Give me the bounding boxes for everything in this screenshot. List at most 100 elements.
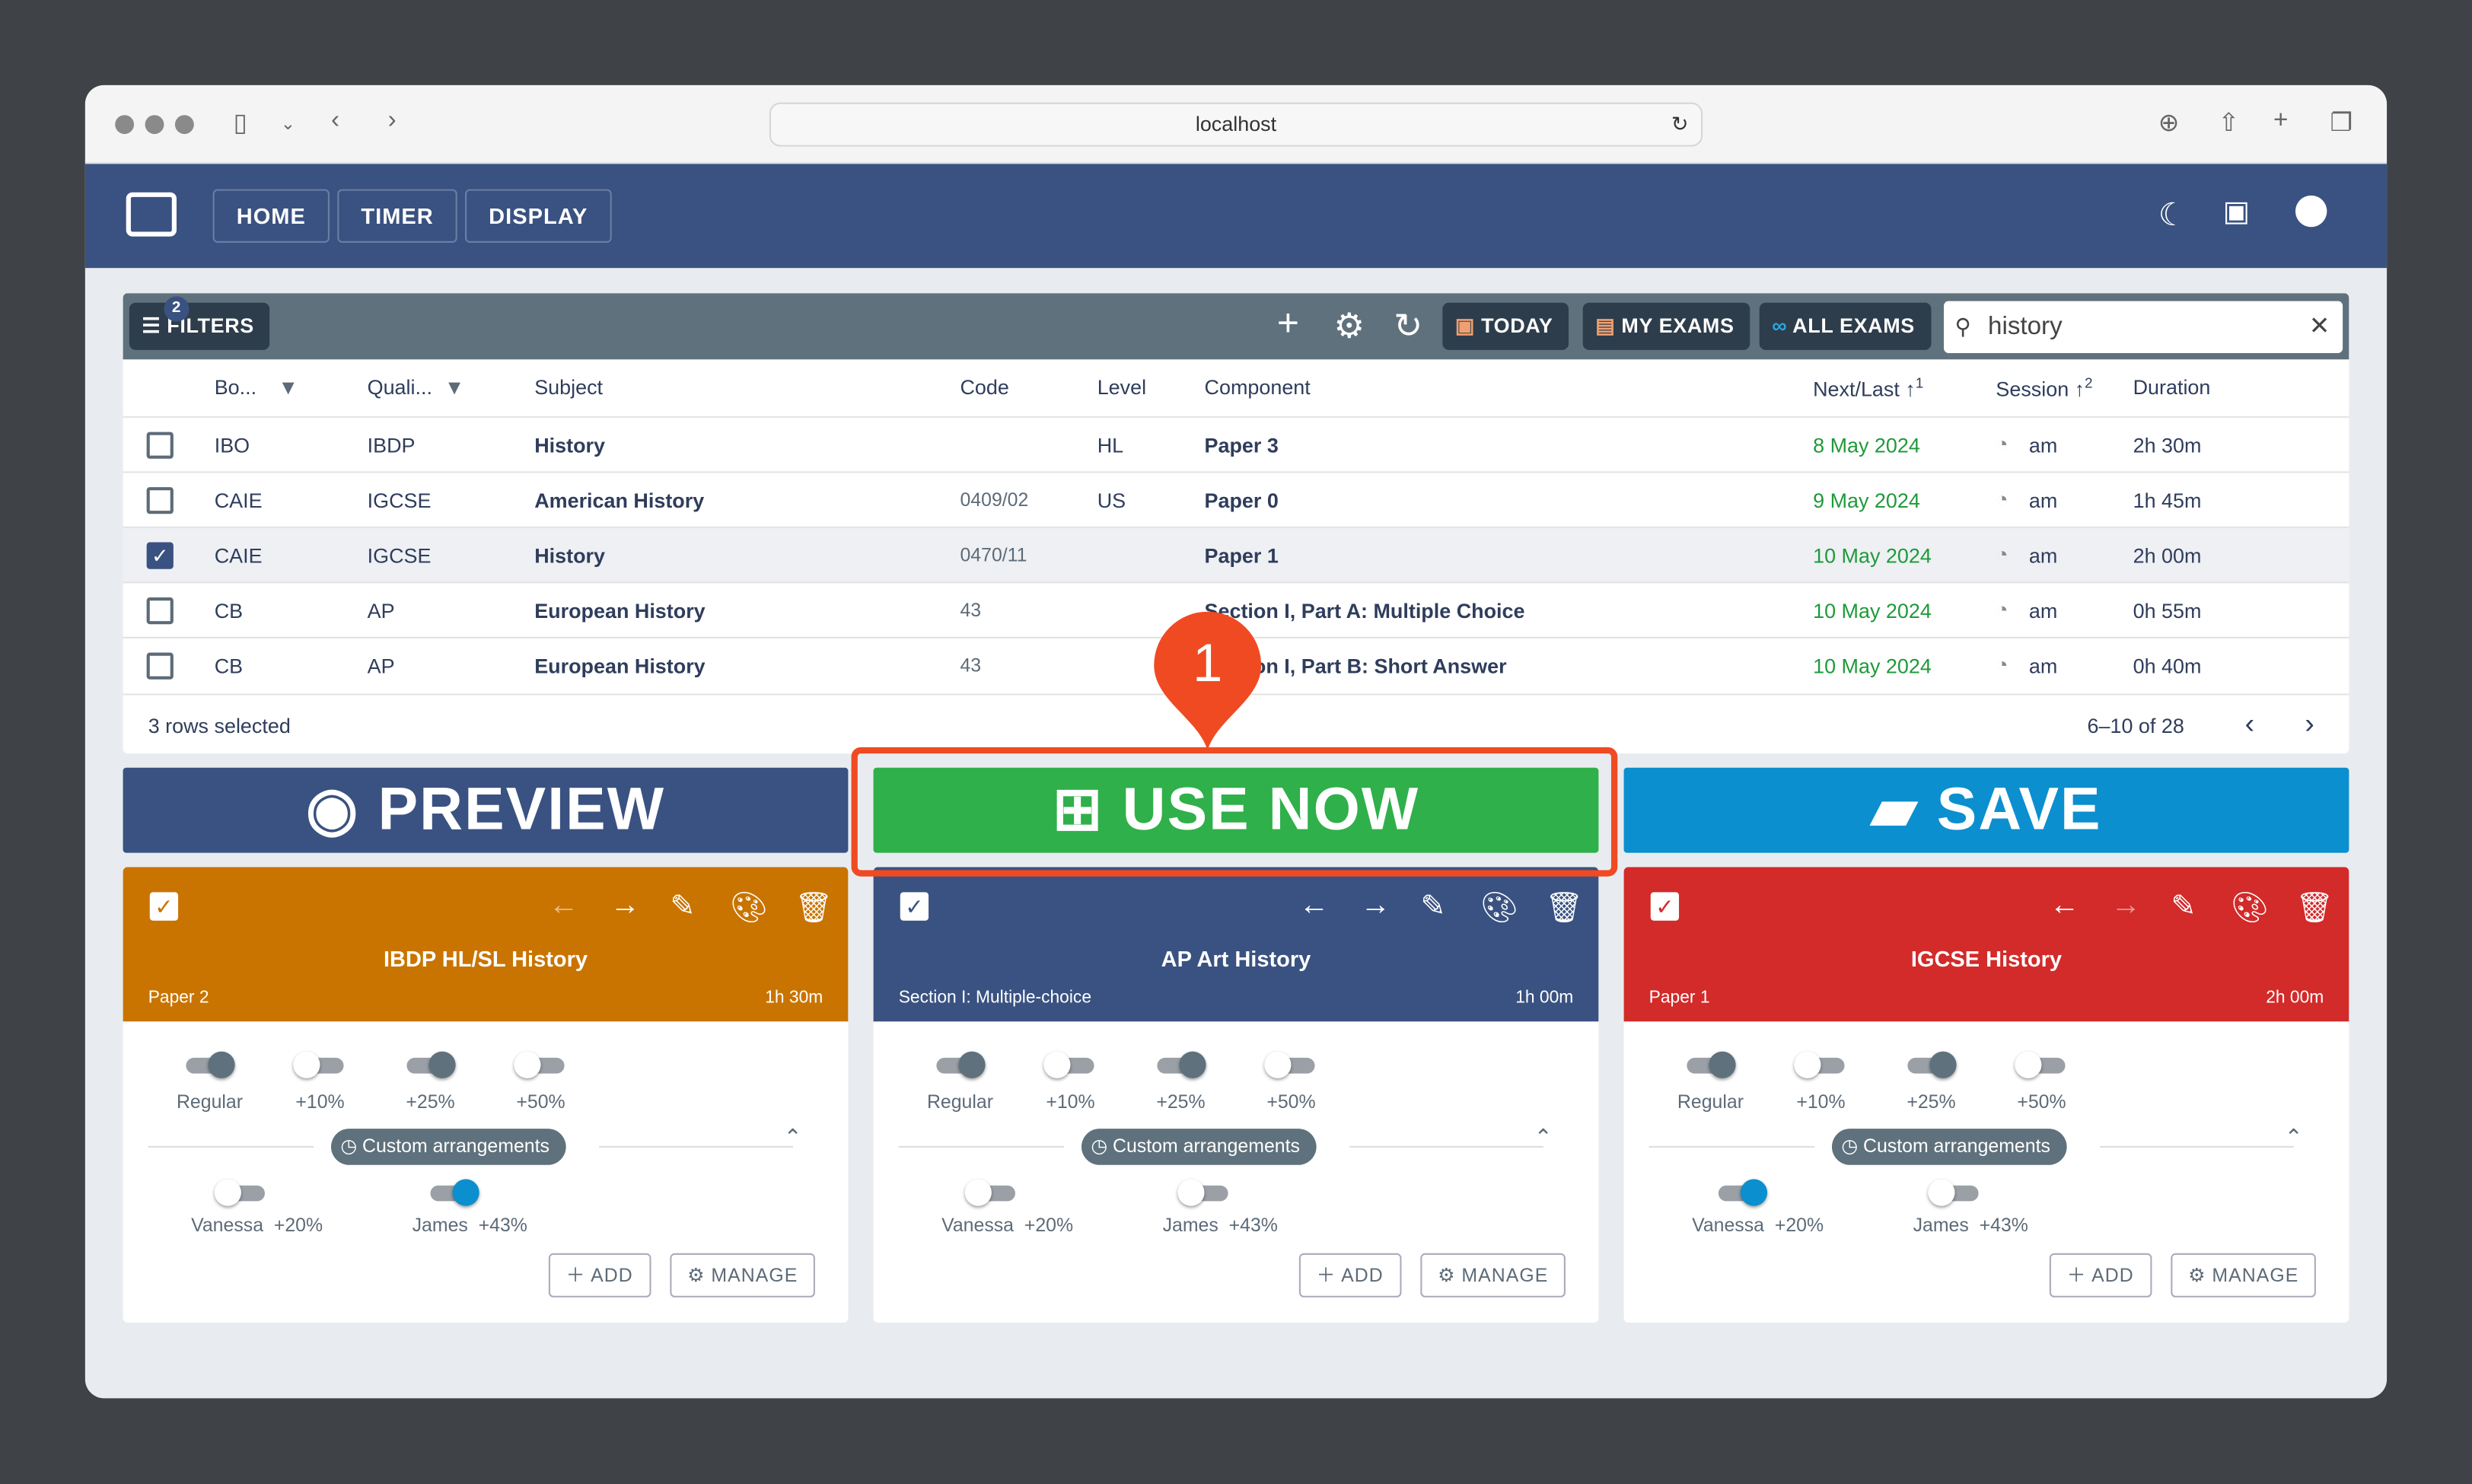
card-select-checkbox[interactable]: ✓	[149, 892, 179, 921]
arrangement-toggle[interactable]	[1177, 1179, 1228, 1206]
custom-arrangements-chip[interactable]: ◷ Custom arrangements	[1081, 1129, 1316, 1165]
extra-time-toggle[interactable]	[293, 1051, 344, 1078]
preview-button[interactable]: ◉ PREVIEW	[123, 767, 849, 853]
row-checkbox[interactable]	[146, 487, 174, 514]
edit-icon[interactable]: ✎	[2171, 889, 2196, 925]
col-component[interactable]: Component	[1205, 375, 1311, 399]
custom-arrangements-chip[interactable]: ◷ Custom arrangements	[1831, 1129, 2066, 1165]
palette-icon[interactable]: 🎨︎	[1480, 889, 1518, 927]
arrangement-toggle[interactable]	[1718, 1179, 1768, 1206]
nav-display[interactable]: DISPLAY	[465, 189, 612, 243]
extra-time-toggle[interactable]	[186, 1051, 235, 1078]
delete-icon[interactable]: 🗑︎	[795, 889, 833, 927]
arrangement-toggle[interactable]	[214, 1179, 265, 1206]
next-page-button[interactable]: ›	[2305, 708, 2314, 740]
extra-time-toggle[interactable]	[1264, 1051, 1315, 1078]
nav-timer[interactable]: TIMER	[337, 189, 457, 243]
col-level[interactable]: Level	[1097, 375, 1146, 399]
table-row[interactable]: CAIE IGCSE American History 0409/02 US Paper …	[123, 471, 2349, 526]
today-button[interactable]: ▣ TODAY	[1442, 302, 1569, 350]
move-right-icon[interactable]: →	[1361, 889, 1390, 924]
add-button[interactable]: ＋ ADD	[548, 1253, 651, 1298]
forward-icon[interactable]: ›	[388, 107, 397, 135]
extra-time-toggle[interactable]	[1687, 1051, 1736, 1078]
table-row[interactable]: ✓ CAIE IGCSE History 0470/11 Paper 1 10 May 20…	[123, 526, 2349, 582]
download-icon[interactable]: ⊕	[2158, 107, 2180, 139]
reload-icon[interactable]: ↻	[1671, 104, 1689, 145]
move-left-icon[interactable]: ←	[1299, 889, 1329, 924]
close-window-button[interactable]	[115, 115, 135, 135]
extra-time-toggle[interactable]	[936, 1051, 986, 1078]
back-icon[interactable]: ‹	[331, 107, 339, 135]
col-session[interactable]: Session ↑2	[1996, 375, 2092, 401]
edit-icon[interactable]: ✎	[1420, 889, 1445, 925]
collapse-icon[interactable]: ⌃	[1534, 1124, 1552, 1151]
arrangement-toggle[interactable]	[430, 1179, 479, 1206]
settings-icon[interactable]: ⚙	[1333, 306, 1365, 347]
my-exams-button[interactable]: ▤ MY EXAMS	[1582, 302, 1750, 350]
chevron-down-icon[interactable]: ⌄	[281, 113, 295, 134]
extra-time-toggle[interactable]	[1794, 1051, 1845, 1078]
card-select-checkbox[interactable]: ✓	[1650, 892, 1680, 921]
palette-icon[interactable]: 🎨︎	[730, 889, 768, 927]
edit-icon[interactable]: ✎	[670, 889, 695, 925]
col-code[interactable]: Code	[960, 375, 1008, 399]
extra-time-toggle[interactable]	[406, 1051, 456, 1078]
extra-time-toggle[interactable]	[514, 1051, 565, 1078]
dark-mode-icon[interactable]: ☾	[2158, 196, 2187, 235]
delete-icon[interactable]: 🗑︎	[2295, 889, 2333, 927]
custom-arrangements-chip[interactable]: ◷ Custom arrangements	[330, 1129, 565, 1165]
nav-home[interactable]: HOME	[212, 189, 330, 243]
search-input[interactable]: ⚲ history ✕	[1944, 301, 2343, 353]
delete-icon[interactable]: 🗑︎	[1545, 889, 1583, 927]
extra-time-toggle[interactable]	[1043, 1051, 1094, 1078]
all-exams-button[interactable]: ∞ ALL EXAMS	[1759, 302, 1931, 350]
filter-icon[interactable]: ▼	[278, 375, 298, 399]
share-icon[interactable]: ⇧	[2218, 107, 2239, 139]
manage-button[interactable]: ⚙ MANAGE	[2171, 1253, 2317, 1298]
arrangement-toggle[interactable]	[1928, 1179, 1979, 1206]
row-checkbox[interactable]	[146, 652, 174, 680]
col-next-last[interactable]: Next/Last ↑1	[1813, 375, 1923, 401]
prev-page-button[interactable]: ‹	[2245, 708, 2254, 740]
minimize-window-button[interactable]	[145, 115, 164, 135]
move-left-icon[interactable]: ←	[2050, 889, 2079, 924]
row-checkbox[interactable]	[146, 432, 174, 459]
move-right-icon[interactable]: →	[610, 889, 640, 924]
collapse-icon[interactable]: ⌃	[2284, 1124, 2302, 1151]
arrangement-toggle[interactable]	[964, 1179, 1015, 1206]
add-icon[interactable]: +	[1277, 303, 1299, 347]
table-row[interactable]: IBO IBDP History HL Paper 3 8 May 2024 am 2h 30…	[123, 416, 2349, 471]
manage-button[interactable]: ⚙ MANAGE	[670, 1253, 816, 1298]
collapse-icon[interactable]: ⌃	[783, 1124, 801, 1151]
display-icon[interactable]: ▣	[2223, 196, 2250, 228]
address-bar[interactable]: localhost ↻	[769, 102, 1703, 147]
extra-time-toggle[interactable]	[2015, 1051, 2066, 1078]
sidebar-icon[interactable]: ▯	[234, 107, 247, 139]
new-tab-icon[interactable]: +	[2273, 107, 2288, 135]
col-duration[interactable]: Duration	[2133, 375, 2211, 399]
add-button[interactable]: ＋ ADD	[1298, 1253, 1401, 1298]
palette-icon[interactable]: 🎨︎	[2231, 889, 2269, 927]
manage-button[interactable]: ⚙ MANAGE	[1420, 1253, 1566, 1298]
save-button[interactable]: ▰ SAVE	[1623, 767, 2349, 853]
app-logo-icon[interactable]	[126, 192, 177, 237]
row-checkbox[interactable]: ✓	[146, 542, 174, 569]
move-left-icon[interactable]: ←	[549, 889, 578, 924]
zoom-window-button[interactable]	[174, 115, 194, 135]
card-select-checkbox[interactable]: ✓	[900, 892, 929, 921]
col-board[interactable]: Bo... ▼	[215, 375, 298, 399]
col-subject[interactable]: Subject	[534, 375, 603, 399]
clear-search-icon[interactable]: ✕	[2309, 301, 2330, 353]
account-icon[interactable]	[2295, 195, 2327, 228]
refresh-icon[interactable]: ↻	[1394, 306, 1422, 347]
col-qualification[interactable]: Quali... ▼	[368, 375, 465, 399]
move-right-icon[interactable]: →	[2111, 889, 2141, 924]
row-checkbox[interactable]	[146, 597, 174, 625]
extra-time-toggle[interactable]	[1157, 1051, 1206, 1078]
filter-icon[interactable]: ▼	[444, 375, 465, 399]
add-button[interactable]: ＋ ADD	[2049, 1253, 2152, 1298]
tabs-overview-icon[interactable]: ❐	[2330, 107, 2353, 139]
extra-time-toggle[interactable]	[1907, 1051, 1957, 1078]
filters-button[interactable]: ☰ FILTERS 2	[129, 296, 270, 350]
